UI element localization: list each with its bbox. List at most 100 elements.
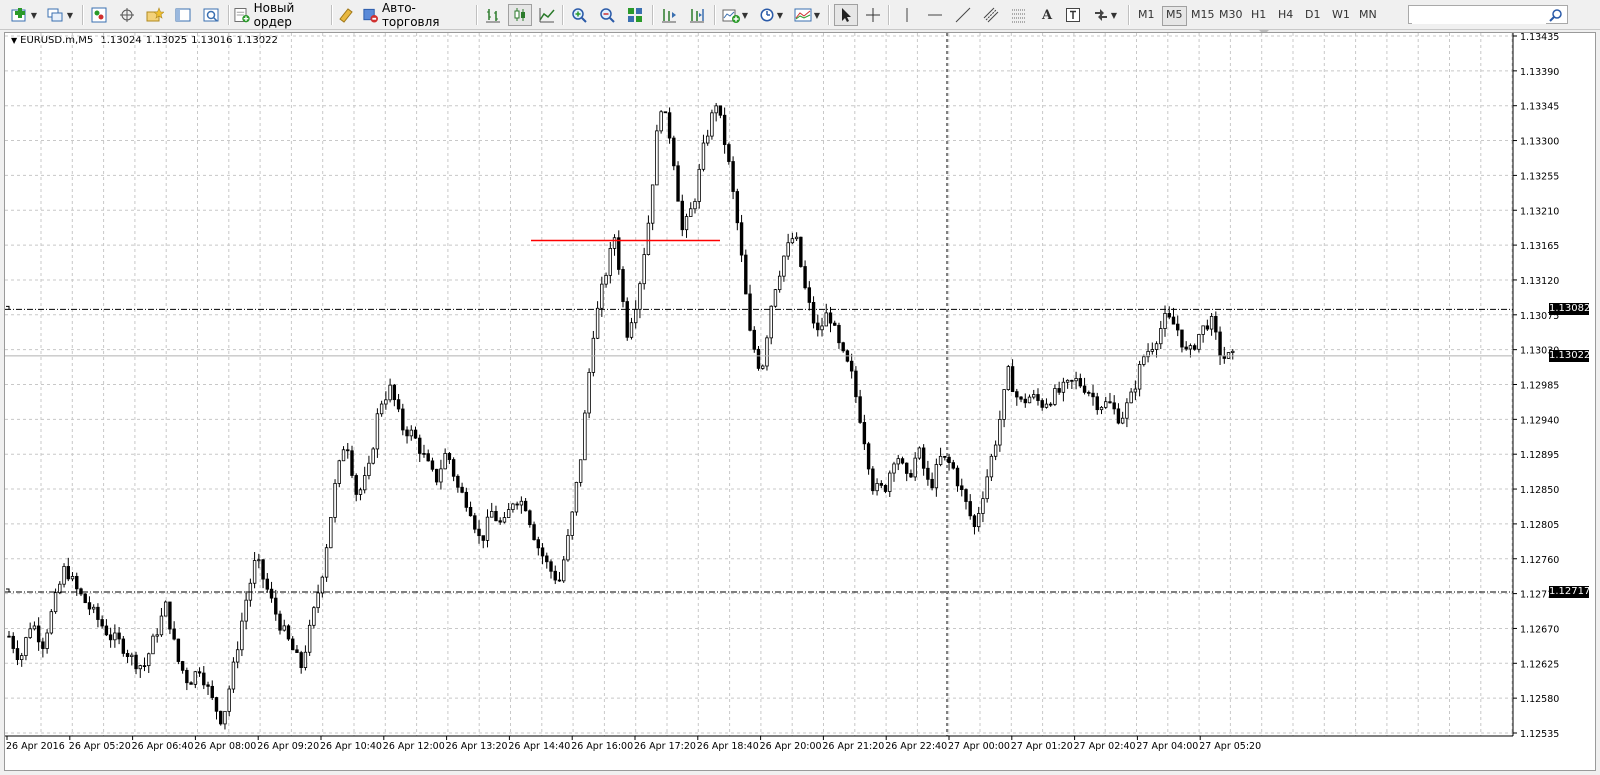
new-order-button[interactable]: Новый ордер: [234, 1, 330, 29]
crosshair-button[interactable]: [862, 4, 884, 26]
line-chart-button[interactable]: [536, 4, 558, 26]
arrows-button[interactable]: ▼: [1090, 4, 1120, 26]
candle-body: [430, 460, 435, 470]
candle-body: [125, 653, 130, 657]
indicators-button[interactable]: ▼: [720, 4, 750, 26]
chart-window[interactable]: ▼EURUSD.m,M5 1.130241.130251.130161.1302…: [4, 32, 1596, 771]
candle-body: [1070, 379, 1074, 382]
candle-body: [206, 684, 210, 687]
x-tick-label: 26 Apr 22:40: [885, 741, 947, 752]
timeframe-mn-button[interactable]: MN: [1356, 6, 1380, 24]
candle-body: [1163, 313, 1167, 329]
x-tick-label: 26 Apr 17:20: [634, 741, 696, 752]
x-tick-label: 26 Apr 13:20: [446, 741, 508, 752]
autotrading-button[interactable]: Авто-торговля: [362, 1, 468, 29]
profiles-button[interactable]: ▼: [44, 4, 76, 26]
candle-body: [299, 652, 303, 668]
candle-body: [570, 511, 574, 536]
tile-windows-button[interactable]: [624, 4, 646, 26]
candle-body: [91, 606, 96, 610]
candle-body: [358, 489, 363, 495]
candlestick-chart-button[interactable]: [508, 4, 532, 26]
candle-body: [168, 601, 172, 630]
search-icon[interactable]: [1549, 8, 1563, 22]
candle-body: [117, 632, 121, 640]
candle-body: [1171, 316, 1176, 325]
auto-scroll-button[interactable]: [686, 4, 708, 26]
bar-chart-button[interactable]: [482, 4, 504, 26]
templates-button[interactable]: ▼: [792, 4, 822, 26]
x-tick-label: 26 Apr 14:40: [508, 741, 570, 752]
navigator-button[interactable]: [116, 4, 138, 26]
x-tick-label: 26 Apr 08:00: [194, 741, 256, 752]
candle-body: [261, 559, 265, 580]
horizontal-line-button[interactable]: [924, 4, 946, 26]
timeframe-h1-button[interactable]: H1: [1248, 6, 1269, 24]
candle-body: [498, 520, 502, 523]
candle-body: [913, 457, 917, 478]
trendline-button[interactable]: [952, 4, 974, 26]
candle-body: [1129, 391, 1133, 404]
candle-body: [15, 648, 20, 660]
toolbar-separator: [652, 5, 654, 25]
timeframe-m15-button[interactable]: M15: [1188, 6, 1218, 24]
fibonacci-button[interactable]: [1008, 4, 1030, 26]
zoom-in-button[interactable]: [568, 4, 590, 26]
x-tick-label: 27 Apr 02:40: [1074, 741, 1136, 752]
candle-body: [257, 559, 261, 562]
price-chart[interactable]: 1.13435 1.13390 1.13345 1.13300 1.13255 1.132…: [5, 33, 1595, 770]
candle-body: [1180, 329, 1184, 348]
zoom-out-button[interactable]: [596, 4, 618, 26]
equidistant-channel-button[interactable]: [980, 4, 1002, 26]
new-chart-button[interactable]: ▼: [8, 4, 40, 26]
cursor-button[interactable]: [834, 4, 858, 26]
candle-body: [75, 576, 79, 590]
y-tick-label: 1.12985: [1520, 381, 1559, 392]
data-window-button[interactable]: [172, 4, 194, 26]
candle-body: [659, 111, 663, 132]
text-button[interactable]: A: [1036, 4, 1058, 26]
candle-body: [794, 236, 799, 240]
candle-body: [1167, 313, 1171, 318]
metaeditor-button[interactable]: [336, 4, 356, 26]
market-watch-button[interactable]: [88, 4, 110, 26]
timeframe-h4-button[interactable]: H4: [1275, 6, 1296, 24]
candle-body: [638, 283, 642, 310]
candle-body: [841, 342, 845, 352]
candle-body: [1176, 323, 1180, 331]
candle-body: [384, 399, 388, 405]
candle-body: [566, 535, 570, 561]
candle-body: [858, 396, 862, 423]
candle-body: [875, 483, 879, 492]
candle-body: [1048, 403, 1053, 406]
timeframe-m5-button[interactable]: M5: [1162, 6, 1187, 26]
timeframe-w1-button[interactable]: W1: [1329, 6, 1353, 24]
favorites-button[interactable]: [144, 4, 166, 26]
candle-body: [1061, 381, 1066, 393]
timeframe-m1-button[interactable]: M1: [1135, 6, 1158, 24]
candle-body: [362, 475, 367, 491]
vertical-line-button[interactable]: [896, 4, 918, 26]
search-input[interactable]: [1412, 7, 1546, 24]
equidistant-channel-icon: [983, 7, 999, 23]
candle-body: [731, 161, 735, 192]
chart-shift-button[interactable]: [658, 4, 680, 26]
navigator-icon: [120, 8, 134, 22]
strategy-tester-button[interactable]: [200, 4, 222, 26]
timeframe-m30-button[interactable]: M30: [1216, 6, 1246, 24]
candle-body: [807, 287, 812, 303]
candle-body: [66, 566, 70, 580]
x-tick-label: 27 Apr 01:20: [1011, 741, 1073, 752]
candle-body: [354, 475, 358, 495]
timeframe-d1-button[interactable]: D1: [1302, 6, 1323, 24]
candle-body: [786, 242, 790, 257]
x-tick-label: 26 Apr 06:40: [132, 741, 194, 752]
candle-body: [1192, 345, 1197, 350]
search-box[interactable]: [1408, 5, 1568, 24]
candle-body: [96, 606, 100, 620]
candle-body: [799, 236, 803, 267]
candle-body: [938, 455, 943, 465]
text-label-button[interactable]: [1062, 4, 1084, 26]
periods-button[interactable]: ▼: [756, 4, 786, 26]
candle-body: [930, 478, 934, 489]
